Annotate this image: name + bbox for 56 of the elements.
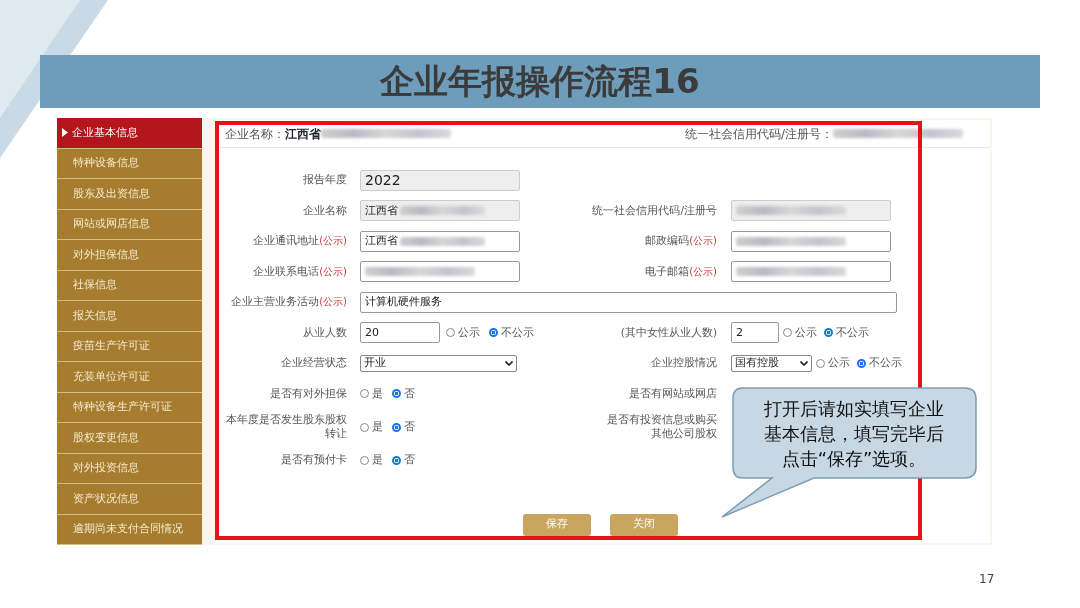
caret-icon [800, 360, 808, 366]
field-label: 统一社会信用代码/注册号 [592, 203, 717, 216]
text-field[interactable]: 计算机硬件服务 [360, 291, 897, 313]
field-label: 电子邮箱 [645, 264, 690, 277]
public-tag: (公示) [319, 265, 347, 277]
radio-option[interactable]: 是 [360, 418, 383, 436]
field-label: 企业主营业务活动 [231, 295, 320, 308]
field-label: 是否有对外担保 [270, 386, 347, 399]
company-name-label: 企业名称： [225, 125, 285, 143]
radio-option[interactable]: 否 [392, 452, 415, 469]
public-tag: (公示) [689, 265, 717, 277]
text-field[interactable] [731, 230, 891, 252]
radio-option[interactable]: 公示 [783, 324, 817, 341]
text-field[interactable]: 江西省 [360, 230, 520, 252]
radio-option[interactable]: 公示 [446, 324, 480, 341]
field-label: 从业人数 [303, 325, 347, 338]
field-label: 企业名称 [303, 203, 347, 216]
text-field[interactable] [360, 261, 520, 283]
text-field[interactable]: 江西省 [360, 200, 520, 222]
triangle-icon [62, 128, 68, 138]
radio-option[interactable]: 不公示 [489, 324, 534, 341]
credit-code-label: 统一社会信用代码/注册号： [684, 125, 833, 143]
public-tag: (公示) [319, 296, 347, 308]
slide-title: 企业年报操作流程16 [380, 60, 700, 103]
text-field[interactable]: 20 [360, 322, 440, 344]
field-label: 企业经营状态 [281, 356, 347, 369]
radio-option[interactable]: 是 [360, 385, 383, 402]
field-label: 报告年度 [303, 173, 347, 186]
public-tag: (公示) [319, 235, 347, 247]
field-label: 邮政编码 [645, 234, 690, 247]
radio-option[interactable]: 不公示 [857, 355, 902, 372]
caret-icon [505, 360, 513, 366]
field-label: 本年度是否发生股东股权转让 [226, 413, 347, 439]
radio-option[interactable]: 是 [360, 452, 383, 469]
dropdown[interactable]: 国有控股 [731, 354, 812, 372]
radio-option[interactable]: 否 [392, 418, 415, 436]
radio-option[interactable]: 不公示 [824, 324, 869, 341]
callout-text: 打开后请如实填写企业基本信息，填写完毕后点击“保存”选项。 [763, 397, 945, 471]
sidebar-item[interactable]: 企业基本信息 [57, 118, 202, 149]
text-field[interactable]: 2022 [360, 169, 520, 191]
field-label: 是否有预付卡 [281, 453, 347, 466]
radio-option[interactable]: 否 [392, 385, 415, 402]
dropdown[interactable]: 开业 [360, 354, 517, 372]
public-tag: (公示) [689, 235, 717, 247]
company-name-value: 江西省 [285, 125, 321, 143]
text-field[interactable] [731, 261, 891, 283]
field-label: 企业联系电话 [253, 264, 320, 277]
text-field[interactable] [731, 200, 891, 222]
field-label: 是否有投资信息或购买其他公司股权 [607, 413, 717, 439]
page-number: 17 [979, 571, 995, 588]
field-label: 是否有网站或网店 [629, 386, 717, 399]
field-label: 企业通讯地址 [253, 234, 320, 247]
field-label: 企业控股情况 [651, 356, 717, 369]
text-field[interactable]: 2 [731, 322, 779, 344]
field-label: (其中女性从业人数) [620, 325, 717, 338]
radio-option[interactable]: 公示 [816, 355, 850, 372]
